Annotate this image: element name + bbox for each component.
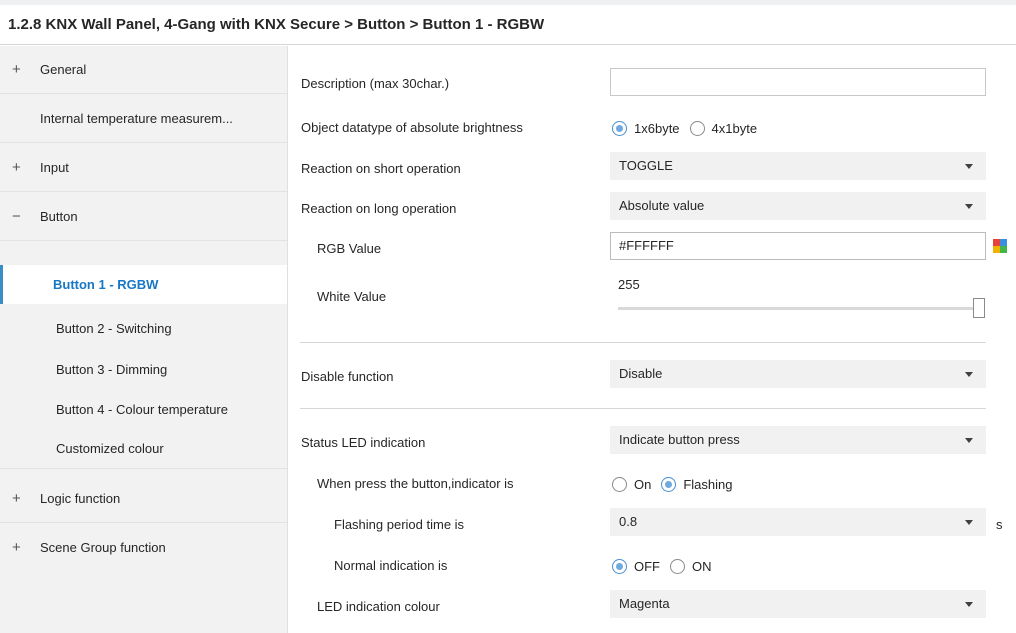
led-colour-select[interactable]: Magenta — [610, 590, 986, 618]
palette-red-swatch — [993, 239, 1000, 246]
radio-normal-on-label: ON — [692, 558, 712, 574]
radio-1x6byte[interactable] — [612, 120, 627, 136]
parameter-panel: Description (max 30char.) Object datatyp… — [288, 46, 1016, 633]
page-title: 1.2.8 KNX Wall Panel, 4-Gang with KNX Se… — [0, 5, 1016, 45]
radio-normal-off[interactable] — [612, 558, 627, 574]
led-colour-label: LED indication colour — [317, 599, 440, 614]
sidebar-item-button-1-rgbw[interactable]: Button 1 - RGBW — [0, 265, 287, 304]
status-led-value: Indicate button press — [619, 432, 740, 447]
disable-function-select[interactable]: Disable — [610, 360, 986, 388]
section-divider — [300, 342, 986, 343]
white-value-label: White Value — [317, 289, 387, 304]
radio-normal-on[interactable] — [670, 558, 685, 574]
chevron-down-icon — [965, 520, 973, 525]
expand-icon[interactable]: + — [0, 61, 40, 78]
sidebar-item-label: Scene Group function — [40, 540, 166, 555]
sidebar-item-button-2-switching[interactable]: Button 2 - Switching — [0, 309, 287, 347]
expand-icon[interactable]: + — [0, 159, 40, 176]
rgb-value-input[interactable]: #FFFFFF — [610, 232, 986, 260]
sidebar-item-label: Button 3 - Dimming — [56, 361, 168, 377]
sidebar-item-internal-temperature[interactable]: Internal temperature measurem... — [0, 94, 287, 143]
sidebar-item-label: General — [40, 62, 87, 77]
status-led-select[interactable]: Indicate button press — [610, 426, 986, 454]
sidebar-item-logic-function[interactable]: + Logic function — [0, 474, 287, 523]
datatype-label: Object datatype of absolute brightness — [301, 120, 523, 135]
chevron-down-icon — [965, 204, 973, 209]
palette-green-swatch — [1000, 246, 1007, 253]
radio-1x6byte-label: 1x6byte — [634, 120, 680, 136]
disable-function-label: Disable function — [301, 369, 394, 384]
sidebar-item-general[interactable]: + General — [0, 46, 287, 94]
palette-yellow-swatch — [993, 246, 1000, 253]
radio-indicator-flashing-label: Flashing — [683, 476, 733, 492]
status-led-label: Status LED indication — [301, 435, 426, 450]
sidebar-item-button-4-colour-temperature[interactable]: Button 4 - Colour temperature — [0, 390, 287, 428]
expand-icon[interactable]: + — [0, 539, 40, 556]
datatype-radio-group: 1x6byte 4x1byte — [612, 118, 767, 138]
led-colour-value: Magenta — [619, 596, 670, 611]
white-value-readout: 255 — [618, 277, 640, 292]
chevron-down-icon — [965, 602, 973, 607]
long-operation-value: Absolute value — [619, 198, 705, 213]
expand-icon[interactable]: + — [0, 490, 40, 507]
chevron-down-icon — [965, 372, 973, 377]
short-operation-value: TOGGLE — [619, 158, 673, 173]
sidebar-item-button-3-dimming[interactable]: Button 3 - Dimming — [0, 350, 287, 388]
radio-4x1byte-label: 4x1byte — [711, 120, 758, 136]
flashing-period-unit: s — [996, 517, 1003, 532]
short-operation-select[interactable]: TOGGLE — [610, 152, 986, 180]
radio-indicator-on-label: On — [634, 476, 652, 492]
description-input[interactable] — [610, 68, 986, 96]
sidebar-item-label: Customized colour — [56, 441, 164, 456]
palette-blue-swatch — [1000, 239, 1007, 246]
chevron-down-icon — [965, 164, 973, 169]
sidebar-item-label: Internal temperature measurem... — [40, 110, 233, 126]
white-value-slider-track[interactable] — [618, 307, 974, 310]
radio-normal-off-label: OFF — [634, 558, 660, 574]
radio-indicator-flashing[interactable] — [661, 476, 677, 492]
disable-function-value: Disable — [619, 366, 663, 381]
radio-indicator-on[interactable] — [612, 476, 627, 492]
sidebar-item-label: Button — [40, 208, 78, 224]
chevron-down-icon — [965, 438, 973, 443]
colour-palette-icon[interactable] — [993, 239, 1007, 253]
sidebar-item-customized-colour[interactable]: Customized colour — [0, 429, 287, 469]
rgb-value-label: RGB Value — [317, 241, 382, 256]
flashing-period-label: Flashing period time is — [334, 517, 465, 532]
long-operation-label: Reaction on long operation — [301, 201, 457, 216]
sidebar-item-label: Button 1 - RGBW — [53, 277, 159, 292]
sidebar-item-button[interactable]: − Button — [0, 192, 287, 241]
white-value-slider-thumb[interactable] — [973, 298, 985, 318]
sidebar-item-label: Input — [40, 159, 69, 175]
sidebar-item-label: Logic function — [40, 490, 121, 506]
sidebar-item-input[interactable]: + Input — [0, 143, 287, 192]
radio-4x1byte[interactable] — [689, 120, 705, 136]
normal-indication-label: Normal indication is — [334, 558, 448, 573]
short-operation-label: Reaction on short operation — [301, 161, 461, 176]
flashing-period-select[interactable]: 0.8 — [610, 508, 986, 536]
indicator-radio-group: On Flashing — [612, 474, 742, 494]
indicator-label: When press the button,indicator is — [317, 476, 514, 491]
sidebar-item-label: Button 2 - Switching — [56, 320, 172, 336]
sidebar-item-label: Button 4 - Colour temperature — [56, 401, 228, 417]
collapse-icon[interactable]: − — [0, 208, 40, 225]
normal-indication-radio-group: OFF ON — [612, 556, 722, 576]
sidebar-item-scene-group-function[interactable]: + Scene Group function — [0, 523, 287, 572]
long-operation-select[interactable]: Absolute value — [610, 192, 986, 220]
description-label: Description (max 30char.) — [301, 76, 450, 91]
section-divider — [300, 408, 986, 409]
flashing-period-value: 0.8 — [619, 514, 638, 529]
sidebar: + General Internal temperature measurem.… — [0, 46, 288, 633]
